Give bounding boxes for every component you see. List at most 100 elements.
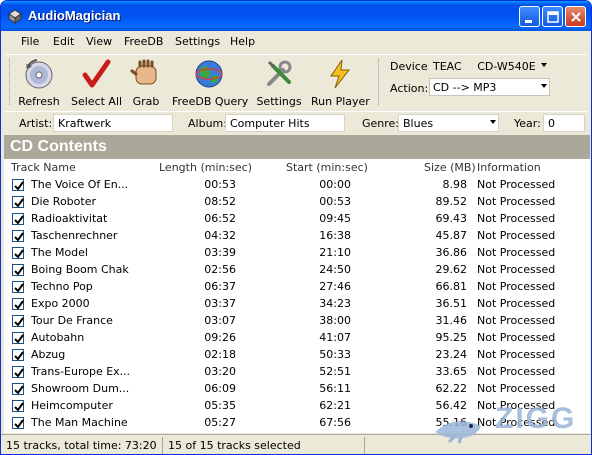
tools-icon: [267, 60, 292, 86]
track-checkbox[interactable]: [12, 400, 24, 412]
table-row[interactable]: Abzug 02:18 50:33 23.24 Not Processed: [4, 346, 590, 363]
toolbar-grip-right[interactable]: [378, 59, 381, 105]
column-start[interactable]: Start (min:sec): [286, 161, 368, 174]
track-checkbox[interactable]: [12, 213, 24, 225]
checkmark-icon: [14, 283, 24, 293]
track-length: 00:53: [204, 178, 236, 191]
track-checkbox[interactable]: [12, 230, 24, 242]
track-checkbox[interactable]: [12, 366, 24, 378]
menu-edit[interactable]: Edit: [53, 35, 74, 48]
checkmark-icon: [14, 334, 24, 344]
track-info: Not Processed: [477, 229, 556, 242]
action-label: Action:: [390, 82, 429, 95]
menu-view[interactable]: View: [86, 35, 112, 48]
album-field[interactable]: Computer Hits: [225, 114, 345, 132]
column-information[interactable]: Information: [477, 161, 541, 174]
menu-freedb[interactable]: FreeDB: [124, 35, 163, 48]
grab-button[interactable]: Grab: [129, 58, 163, 110]
track-checkbox[interactable]: [12, 315, 24, 327]
table-row[interactable]: Techno Pop 06:37 27:46 66.81 Not Processed: [4, 278, 590, 295]
track-info: Not Processed: [477, 314, 556, 327]
artist-label: Artist:: [19, 117, 53, 130]
settings-button[interactable]: Settings: [256, 58, 302, 110]
track-start: 41:07: [319, 331, 351, 344]
track-size: 62.22: [435, 382, 468, 395]
track-length: 06:52: [204, 212, 236, 225]
column-size[interactable]: Size (MB): [424, 161, 476, 174]
menu-settings[interactable]: Settings: [175, 35, 220, 48]
title-bar[interactable]: AudioMagician: [1, 1, 591, 31]
table-row[interactable]: Expo 2000 03:37 34:23 36.51 Not Processed: [4, 295, 590, 312]
genre-select[interactable]: Blues: [398, 114, 499, 132]
checkmark-icon: [14, 368, 24, 378]
track-info: Not Processed: [477, 212, 556, 225]
track-size: 66.81: [435, 280, 468, 293]
track-info: Not Processed: [477, 365, 556, 378]
track-name: Autobahn: [31, 331, 85, 344]
checkmark-icon: [14, 402, 24, 412]
table-row[interactable]: Autobahn 09:26 41:07 95.25 Not Processed: [4, 329, 590, 346]
menu-help[interactable]: Help: [230, 35, 255, 48]
maximize-icon: [547, 11, 559, 23]
artist-field[interactable]: Kraftwerk: [53, 114, 173, 132]
column-length[interactable]: Length (min:sec): [159, 161, 252, 174]
track-length: 04:32: [204, 229, 236, 242]
track-checkbox[interactable]: [12, 383, 24, 395]
checkmark-icon: [14, 385, 24, 395]
track-size: 69.43: [435, 212, 468, 225]
lightning-bolt-icon: [330, 59, 351, 89]
refresh-label: Refresh: [18, 95, 60, 108]
table-row[interactable]: The Model 03:39 21:10 36.86 Not Processed: [4, 244, 590, 261]
run-player-button[interactable]: Run Player: [311, 58, 370, 110]
table-row[interactable]: Boing Boom Chak 02:56 24:50 29.62 Not Proces…: [4, 261, 590, 278]
track-size: 45.87: [435, 229, 468, 242]
menu-file[interactable]: File: [21, 35, 39, 48]
track-checkbox[interactable]: [12, 417, 24, 429]
minimize-button[interactable]: [519, 6, 540, 27]
track-checkbox[interactable]: [12, 264, 24, 276]
track-list[interactable]: Track Name Length (min:sec) Start (min:s…: [4, 159, 590, 433]
refresh-button[interactable]: Refresh: [17, 58, 61, 110]
year-label: Year:: [514, 117, 541, 130]
table-row[interactable]: The Voice Of En... 00:53 00:00 8.98 Not Proc…: [4, 176, 590, 193]
year-field[interactable]: 0: [543, 114, 585, 132]
app-window: AudioMagician File Edit View FreeDB Sett…: [0, 0, 592, 455]
chevron-down-icon: [541, 63, 547, 67]
freedb-query-button[interactable]: FreeDB Query: [172, 58, 248, 110]
table-row[interactable]: Die Roboter 08:52 00:53 89.52 Not Processed: [4, 193, 590, 210]
track-size: 95.25: [435, 331, 468, 344]
track-name: The Voice Of En...: [31, 178, 129, 191]
track-name: The Man Machine: [31, 416, 128, 429]
track-checkbox[interactable]: [12, 247, 24, 259]
track-length: 06:09: [204, 382, 236, 395]
track-start: 34:23: [319, 297, 351, 310]
table-row[interactable]: Trans-Europe Ex... 03:20 52:51 33.65 Not Pro…: [4, 363, 590, 380]
maximize-button[interactable]: [542, 6, 563, 27]
track-checkbox[interactable]: [12, 281, 24, 293]
table-row[interactable]: Taschenrechner 04:32 16:38 45.87 Not Process…: [4, 227, 590, 244]
menu-bar: File Edit View FreeDB Settings Help: [5, 32, 587, 52]
select-all-button[interactable]: Select All: [71, 58, 122, 110]
track-name: Taschenrechner: [31, 229, 118, 242]
action-value: CD --> MP3: [433, 81, 497, 94]
track-start: 67:56: [319, 416, 351, 429]
action-select[interactable]: CD --> MP3: [429, 78, 550, 96]
checkmark-icon: [14, 351, 24, 361]
table-row[interactable]: Tour De France 03:07 38:00 31.46 Not Process…: [4, 312, 590, 329]
track-checkbox[interactable]: [12, 196, 24, 208]
table-row[interactable]: Showroom Dum... 06:09 56:11 62.22 Not Proces…: [4, 380, 590, 397]
table-row[interactable]: Radioaktivitat 06:52 09:45 69.43 Not Process…: [4, 210, 590, 227]
track-checkbox[interactable]: [12, 179, 24, 191]
device-label: Device:: [390, 60, 432, 73]
toolbar-grip[interactable]: [9, 59, 12, 105]
track-name: Techno Pop: [31, 280, 93, 293]
track-checkbox[interactable]: [12, 298, 24, 310]
track-name: Expo 2000: [31, 297, 90, 310]
close-button[interactable]: [565, 6, 586, 27]
column-track-name[interactable]: Track Name: [11, 161, 76, 174]
track-checkbox[interactable]: [12, 332, 24, 344]
device-select[interactable]: TEAC CD-W540E: [429, 57, 550, 75]
track-checkbox[interactable]: [12, 349, 24, 361]
track-info: Not Processed: [477, 382, 556, 395]
device-panel: Device: TEAC CD-W540E Action: CD --> MP3: [390, 56, 588, 102]
